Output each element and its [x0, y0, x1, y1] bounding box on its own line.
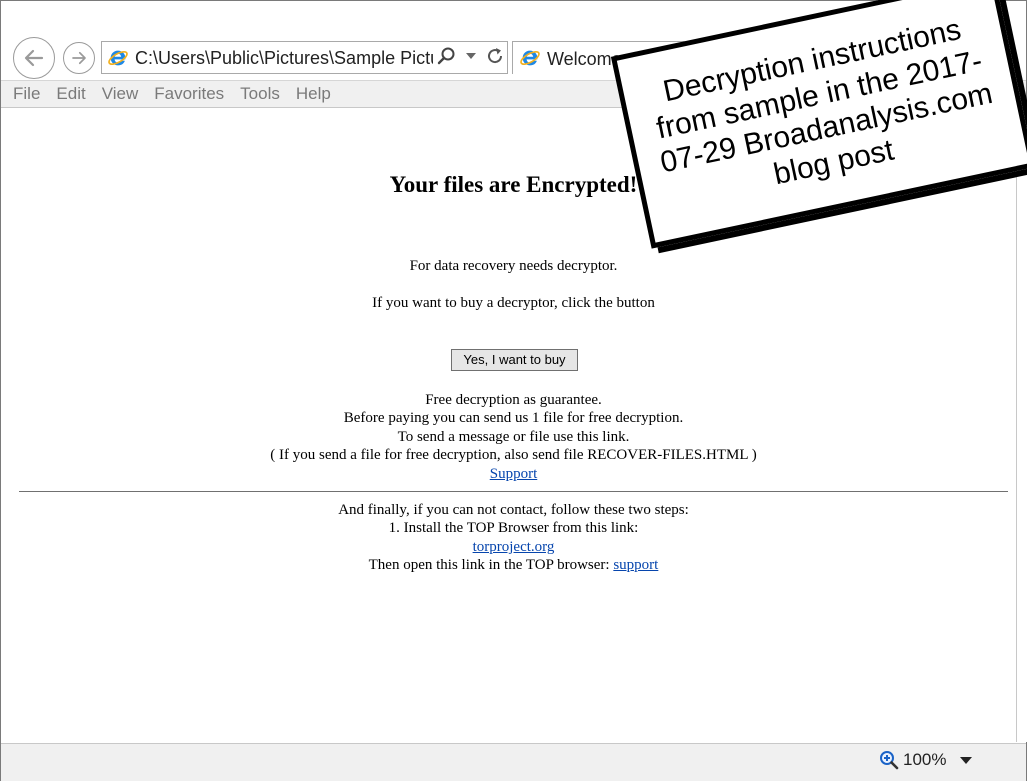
torproject-link[interactable]: torproject.org: [473, 539, 555, 555]
step2-row: Then open this link in the TOP browser: …: [11, 557, 1016, 574]
status-bar: 100%: [1, 743, 1026, 781]
guarantee-text: Free decryption as guarantee.: [425, 392, 602, 408]
finally-text: And finally, if you can not contact, fol…: [338, 502, 689, 518]
menu-edit[interactable]: Edit: [48, 81, 93, 107]
zoom-dropdown-icon[interactable]: [960, 756, 973, 764]
step1-text: 1. Install the TOP Browser from this lin…: [388, 520, 639, 536]
back-arrow-icon: [24, 49, 44, 67]
search-icon[interactable]: [437, 46, 457, 66]
menu-file[interactable]: File: [1, 81, 48, 107]
recovery-text: For data recovery needs decryptor.: [409, 258, 618, 274]
address-bar[interactable]: C:\Users\Public\Pictures\Sample Pictu: [101, 41, 508, 74]
zoom-control[interactable]: 100%: [879, 750, 973, 770]
address-actions: [437, 46, 505, 66]
free-decryption-text: Before paying you can send us 1 file for…: [343, 410, 684, 426]
divider: [19, 491, 1008, 492]
back-button[interactable]: [13, 37, 55, 79]
zoom-level: 100%: [903, 750, 947, 769]
buy-decryptor-button[interactable]: Yes, I want to buy: [451, 349, 578, 371]
support-onion-link[interactable]: support: [613, 557, 658, 573]
menu-tools[interactable]: Tools: [232, 81, 288, 107]
ie-logo-icon: [520, 50, 540, 66]
support-link-row: Support: [11, 466, 1016, 483]
buy-instruction-text: If you want to buy a decryptor, click th…: [372, 295, 655, 311]
menu-favorites[interactable]: Favorites: [146, 81, 232, 107]
step2-text: Then open this link in the TOP browser:: [368, 557, 610, 573]
forward-arrow-icon: [72, 51, 86, 65]
content-edge: [1016, 108, 1027, 742]
file-note-text: ( If you send a file for free decryption…: [270, 447, 757, 463]
send-message-text: To send a message or file use this link.: [397, 429, 630, 445]
tor-link-row: torproject.org: [11, 539, 1016, 556]
ie-logo-icon: [108, 50, 128, 66]
forward-button[interactable]: [63, 42, 95, 74]
menu-help[interactable]: Help: [288, 81, 339, 107]
dropdown-icon[interactable]: [465, 50, 477, 62]
refresh-icon[interactable]: [485, 46, 505, 66]
zoom-icon: [880, 751, 899, 770]
address-text[interactable]: C:\Users\Public\Pictures\Sample Pictu: [135, 48, 433, 69]
support-link[interactable]: Support: [490, 466, 538, 482]
menu-view[interactable]: View: [94, 81, 147, 107]
